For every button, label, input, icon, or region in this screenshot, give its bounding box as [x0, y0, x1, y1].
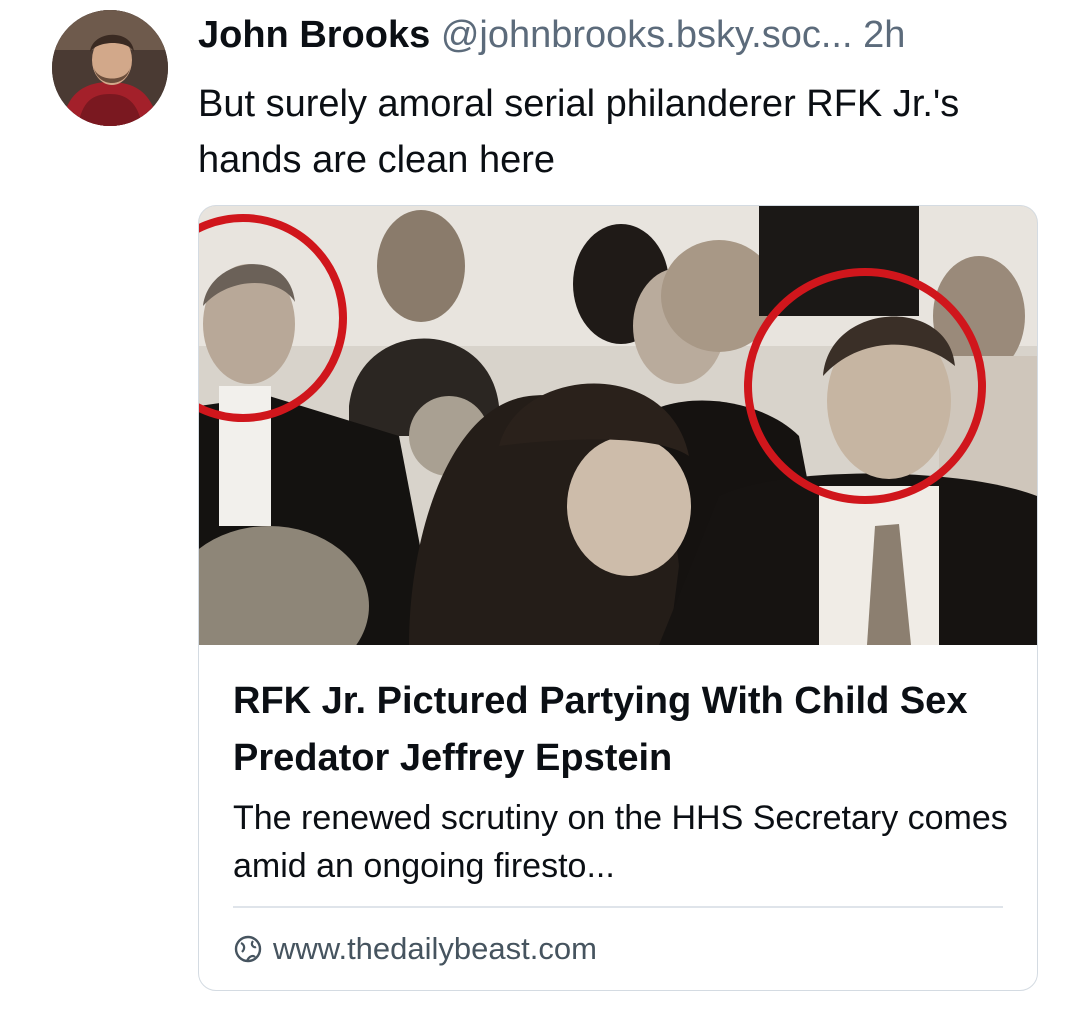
globe-icon	[233, 934, 263, 964]
author-handle[interactable]: @johnbrooks.bsky.soc...	[441, 14, 853, 56]
card-divider	[233, 906, 1003, 908]
post-header: John Brooks @johnbrooks.bsky.soc... 2h	[198, 12, 1058, 58]
link-card-title[interactable]: RFK Jr. Pictured Partying With Child Sex…	[233, 673, 1013, 787]
avatar-photo	[52, 10, 168, 126]
link-domain-text: www.thedailybeast.com	[273, 931, 597, 966]
article-photo	[199, 206, 1037, 686]
link-preview-image	[199, 206, 1037, 686]
post-text: But surely amoral serial philanderer RFK…	[198, 83, 960, 181]
link-card-domain[interactable]: www.thedailybeast.com	[233, 924, 597, 974]
link-preview-card[interactable]: RFK Jr. Pictured Partying With Child Sex…	[198, 205, 1038, 991]
author-avatar[interactable]	[52, 10, 168, 126]
author-name[interactable]: John Brooks	[198, 14, 430, 56]
link-card-description: The renewed scrutiny on the HHS Secretar…	[233, 799, 1008, 885]
post-timestamp[interactable]: 2h	[863, 14, 905, 56]
